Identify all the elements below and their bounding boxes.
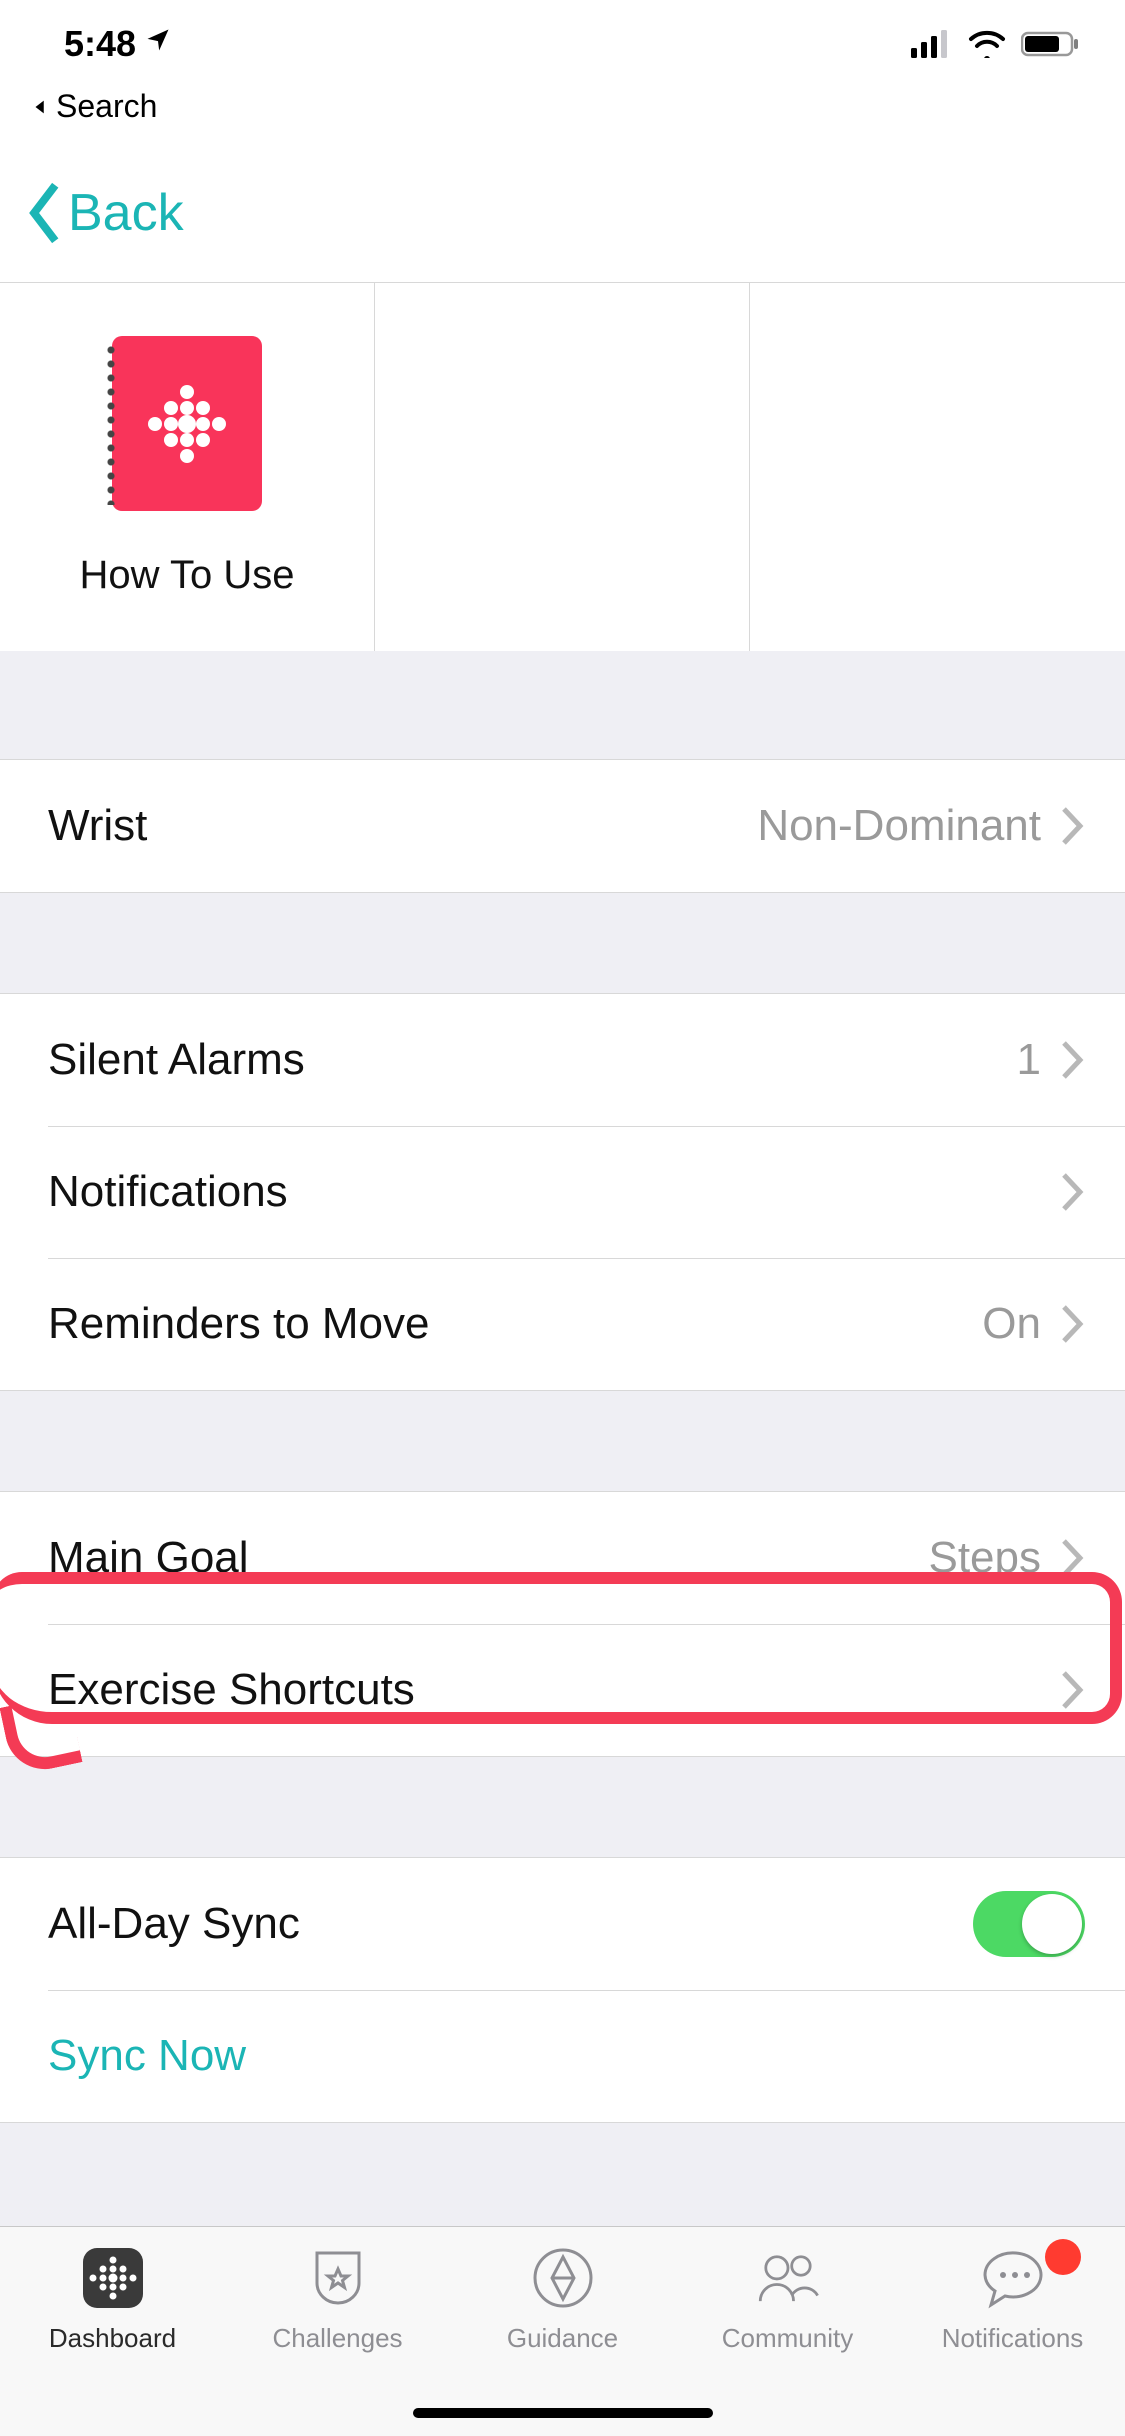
chevron-left-icon: [24, 180, 68, 246]
row-value: Steps: [928, 1533, 1041, 1583]
tile-how-to-use[interactable]: How To Use: [0, 283, 375, 651]
row-label: Notifications: [48, 1167, 1059, 1217]
row-notifications[interactable]: Notifications: [0, 1126, 1125, 1258]
row-label: Wrist: [48, 801, 757, 851]
nav-bar: Back: [0, 143, 1125, 283]
tab-challenges[interactable]: Challenges: [225, 2241, 450, 2436]
row-label: Main Goal: [48, 1533, 928, 1583]
row-label: Reminders to Move: [48, 1299, 982, 1349]
chevron-right-icon: [1059, 1670, 1085, 1710]
challenges-icon: [301, 2241, 375, 2315]
tab-label: Challenges: [272, 2323, 402, 2354]
chevron-right-icon: [1059, 1172, 1085, 1212]
tab-label: Notifications: [942, 2323, 1084, 2354]
home-indicator[interactable]: [413, 2408, 713, 2418]
dashboard-icon: [76, 2241, 150, 2315]
tab-guidance[interactable]: Guidance: [450, 2241, 675, 2436]
tab-bar: Dashboard Challenges Guidance: [0, 2226, 1125, 2436]
row-label: Silent Alarms: [48, 1035, 1017, 1085]
row-main-goal[interactable]: Main Goal Steps: [0, 1492, 1125, 1624]
row-sync-now[interactable]: Sync Now: [0, 1990, 1125, 2122]
notifications-icon: [976, 2241, 1050, 2315]
tab-community[interactable]: Community: [675, 2241, 900, 2436]
sync-now-label: Sync Now: [48, 2031, 1085, 2081]
battery-icon: [1021, 30, 1081, 58]
tab-label: Community: [722, 2323, 853, 2354]
cellular-signal-icon: [911, 30, 953, 58]
tab-label: Guidance: [507, 2323, 618, 2354]
chevron-right-icon: [1059, 1304, 1085, 1344]
row-exercise-shortcuts[interactable]: Exercise Shortcuts: [0, 1624, 1125, 1756]
row-silent-alarms[interactable]: Silent Alarms 1: [0, 994, 1125, 1126]
tile-empty-2: [750, 283, 1125, 651]
tile-label: How To Use: [80, 553, 295, 598]
row-value: 1: [1017, 1035, 1041, 1085]
chevron-right-icon: [1059, 806, 1085, 846]
system-back-to-app[interactable]: Search: [0, 88, 1125, 143]
back-label: Back: [68, 183, 184, 243]
notebook-icon: [112, 336, 262, 511]
location-services-icon: [144, 26, 172, 62]
row-label: Exercise Shortcuts: [48, 1665, 1059, 1715]
status-time: 5:48: [64, 23, 136, 65]
notification-badge: [1045, 2239, 1081, 2275]
tab-notifications[interactable]: Notifications: [900, 2241, 1125, 2436]
row-all-day-sync: All-Day Sync: [0, 1858, 1125, 1990]
tab-label: Dashboard: [49, 2323, 176, 2354]
back-button[interactable]: Back: [24, 180, 184, 246]
row-reminders-to-move[interactable]: Reminders to Move On: [0, 1258, 1125, 1390]
all-day-sync-toggle[interactable]: [973, 1891, 1085, 1957]
quick-tiles: How To Use: [0, 283, 1125, 651]
back-triangle-icon: [30, 96, 52, 118]
row-wrist[interactable]: Wrist Non-Dominant: [0, 760, 1125, 892]
tab-dashboard[interactable]: Dashboard: [0, 2241, 225, 2436]
tile-empty-1: [375, 283, 750, 651]
wifi-icon: [967, 30, 1007, 58]
chevron-right-icon: [1059, 1538, 1085, 1578]
row-label: All-Day Sync: [48, 1899, 973, 1949]
community-icon: [751, 2241, 825, 2315]
breadcrumb-label: Search: [56, 88, 157, 125]
row-value: On: [982, 1299, 1041, 1349]
guidance-icon: [526, 2241, 600, 2315]
status-bar: 5:48: [0, 0, 1125, 88]
chevron-right-icon: [1059, 1040, 1085, 1080]
row-value: Non-Dominant: [757, 801, 1041, 851]
